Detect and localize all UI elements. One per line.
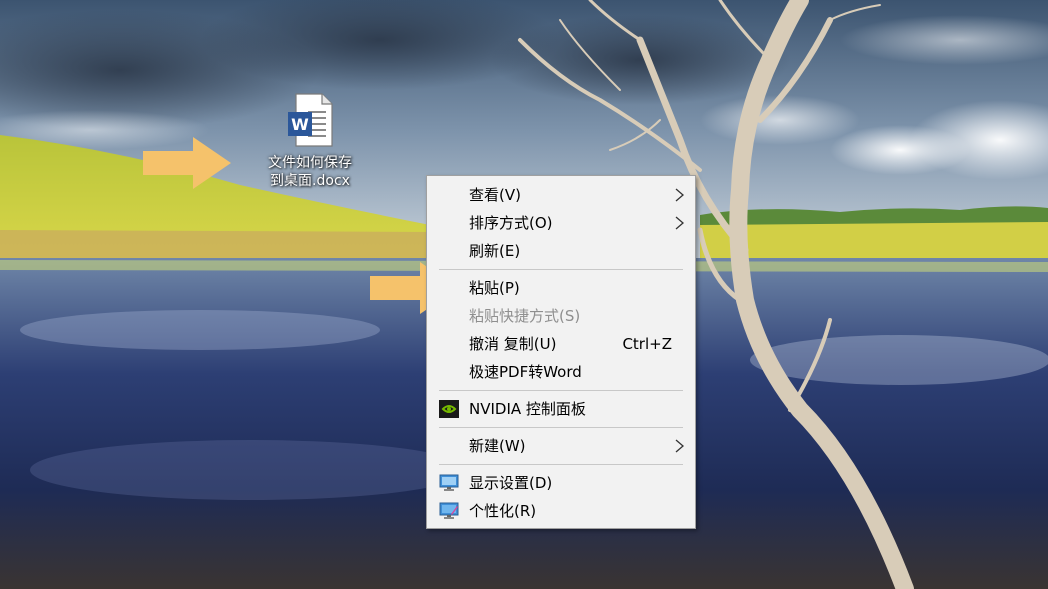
desktop[interactable]: W 文件如何保存 到桌面.docx 查看(V) 排序方式(O) 刷新(E) 粘贴…	[0, 0, 1048, 589]
menu-item-nvidia-control-panel[interactable]: NVIDIA 控制面板	[427, 395, 695, 423]
desktop-file-label: 文件如何保存 到桌面.docx	[258, 154, 362, 190]
menu-item-sort-by[interactable]: 排序方式(O)	[427, 209, 695, 237]
menu-item-view[interactable]: 查看(V)	[427, 181, 695, 209]
menu-item-shortcut: Ctrl+Z	[622, 335, 672, 353]
desktop-file-label-line1: 文件如何保存	[268, 155, 352, 171]
menu-item-refresh[interactable]: 刷新(E)	[427, 237, 695, 265]
context-menu: 查看(V) 排序方式(O) 刷新(E) 粘贴(P) 粘贴快捷方式(S) 撤消 复…	[426, 175, 696, 529]
personalize-icon	[439, 502, 459, 519]
menu-item-paste[interactable]: 粘贴(P)	[427, 274, 695, 302]
menu-item-undo-copy[interactable]: 撤消 复制(U) Ctrl+Z	[427, 330, 695, 358]
chevron-right-icon	[675, 439, 684, 453]
menu-item-label: 显示设置(D)	[469, 474, 553, 492]
menu-item-label: 个性化(R)	[469, 502, 537, 520]
menu-item-personalize[interactable]: 个性化(R)	[427, 497, 695, 525]
desktop-file-label-line2: 到桌面.docx	[270, 173, 350, 189]
menu-item-label: 刷新(E)	[469, 242, 521, 260]
chevron-right-icon	[675, 188, 684, 202]
menu-separator	[439, 427, 683, 428]
nvidia-icon	[439, 400, 459, 418]
menu-item-label: 查看(V)	[469, 186, 521, 204]
menu-separator	[439, 269, 683, 270]
chevron-right-icon	[675, 216, 684, 230]
word-badge-letter: W	[291, 115, 309, 134]
arrow-to-file-icon	[143, 137, 231, 189]
menu-item-new[interactable]: 新建(W)	[427, 432, 695, 460]
menu-item-label: 极速PDF转Word	[469, 363, 582, 381]
menu-item-label: 新建(W)	[469, 437, 526, 455]
menu-separator	[439, 390, 683, 391]
menu-item-label: 排序方式(O)	[469, 214, 553, 232]
menu-item-display-settings[interactable]: 显示设置(D)	[427, 469, 695, 497]
menu-separator	[439, 464, 683, 465]
menu-item-label: 撤消 复制(U)	[469, 335, 557, 353]
word-document-icon: W	[288, 93, 333, 147]
menu-item-pdf-to-word[interactable]: 极速PDF转Word	[427, 358, 695, 386]
desktop-file-icon[interactable]: W 文件如何保存 到桌面.docx	[258, 92, 362, 190]
menu-item-label: 粘贴快捷方式(S)	[469, 307, 581, 325]
menu-item-label: 粘贴(P)	[469, 279, 520, 297]
display-icon	[439, 474, 459, 491]
menu-item-paste-shortcut: 粘贴快捷方式(S)	[427, 302, 695, 330]
menu-item-label: NVIDIA 控制面板	[469, 400, 586, 418]
